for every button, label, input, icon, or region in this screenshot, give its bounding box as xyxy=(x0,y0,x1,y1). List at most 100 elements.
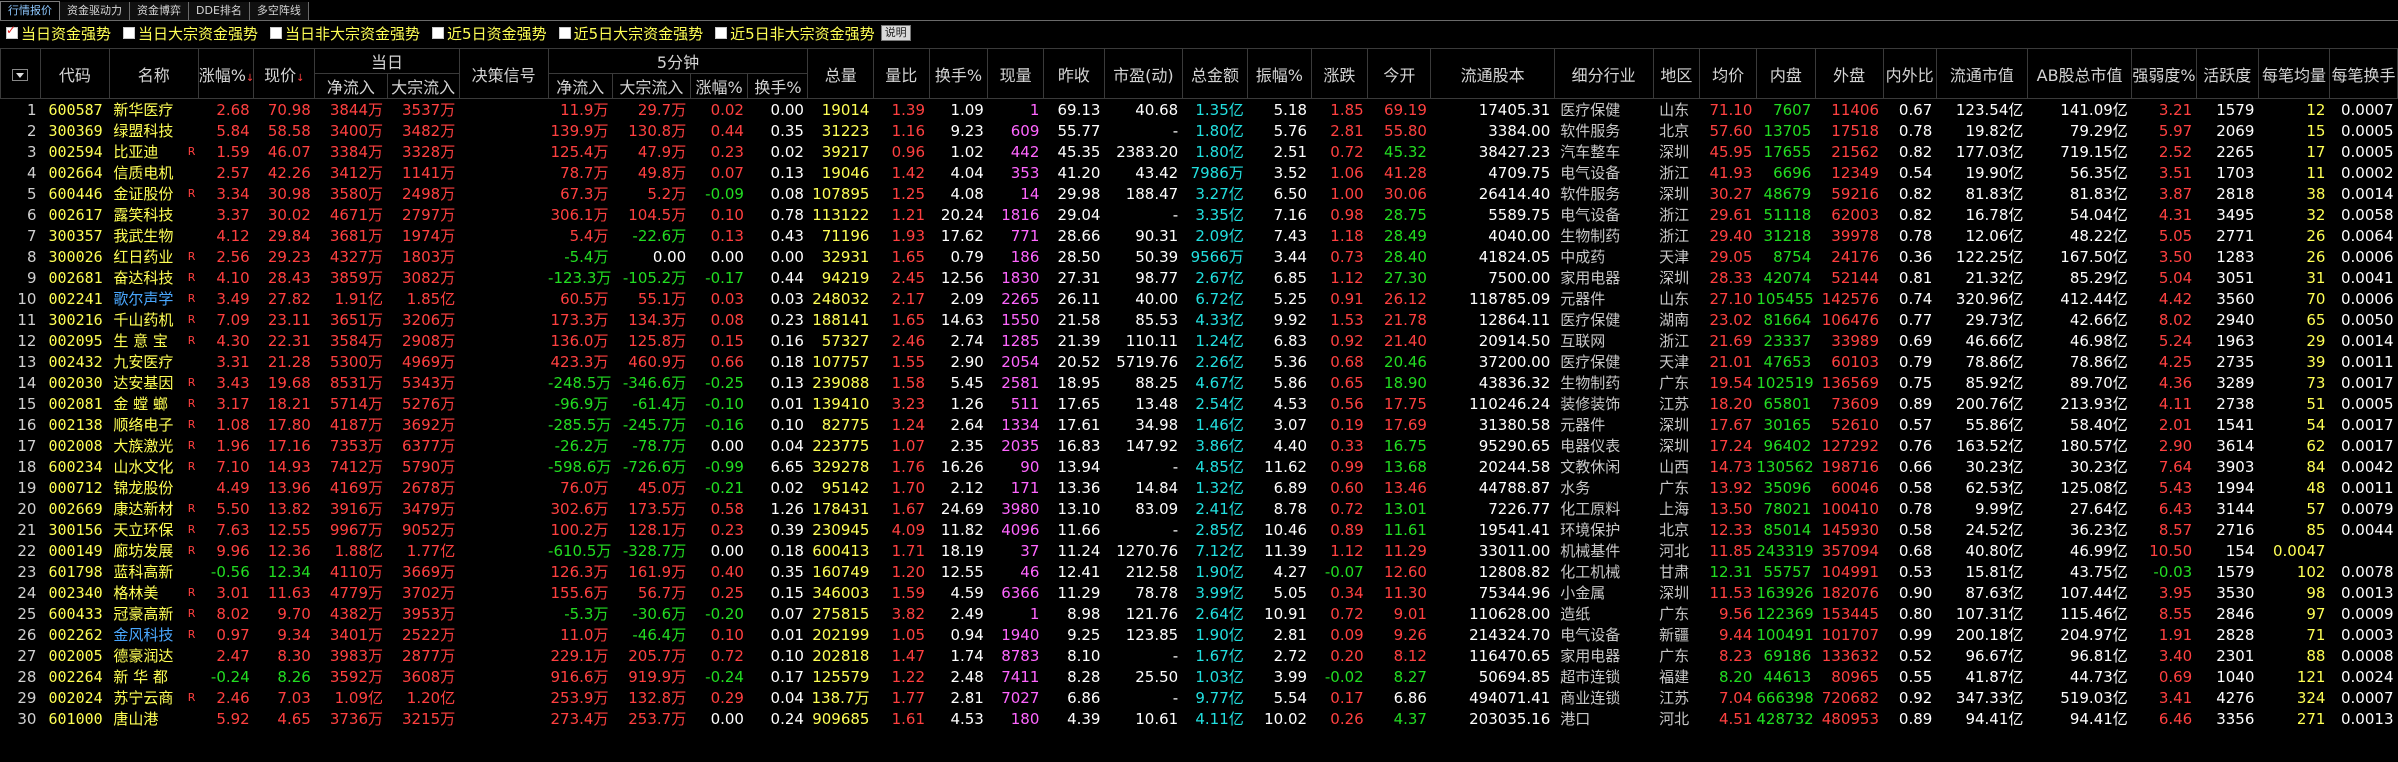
stock-code[interactable]: 002008 xyxy=(40,435,110,456)
stock-code[interactable]: 002681 xyxy=(40,267,110,288)
col-5m-chg[interactable]: 涨幅% xyxy=(689,73,749,99)
table-row[interactable]: 5 600446 金证股份 R 3.34 30.98 3580万 2498万 67.3万 5.2万… xyxy=(0,183,2398,204)
col-prev-close[interactable]: 昨收 xyxy=(1042,48,1105,99)
table-row[interactable]: 10 002241 歌尔声学 R 3.49 27.82 1.91亿 1.85亿 60.5万 55.… xyxy=(1,288,2398,309)
stock-code[interactable]: 002241 xyxy=(40,288,109,309)
table-row[interactable]: 25 600433 冠豪高新 R 8.02 9.70 4382万 3953万 -5.3万 -30.… xyxy=(0,603,2398,624)
stock-code[interactable]: 600587 xyxy=(40,98,110,120)
filter-today-block-strong[interactable]: 当日大宗资金强势 xyxy=(117,23,258,44)
stock-code[interactable]: 300216 xyxy=(40,309,110,330)
checkbox-icon[interactable] xyxy=(558,27,571,39)
stock-code[interactable]: 601798 xyxy=(40,561,110,582)
stock-code[interactable]: 600433 xyxy=(40,603,110,624)
stock-name[interactable]: 蓝科高新 xyxy=(109,561,185,582)
table-row[interactable]: 17 002008 大族激光 R 1.96 17.16 7353万 6377万 -26.2万 -7… xyxy=(0,435,2398,456)
stock-code[interactable]: 002617 xyxy=(40,204,109,225)
checkbox-icon[interactable] xyxy=(715,27,728,39)
table-row[interactable]: 22 000149 廊坊发展 R 9.96 12.36 1.88亿 1.77亿 -610.5万 -… xyxy=(1,540,2398,561)
table-row[interactable]: 23 601798 蓝科高新 -0.56 12.34 4110万 3669万 126.3万 16… xyxy=(0,561,2398,582)
filter-today-nonblock-strong[interactable]: 当日非大宗资金强势 xyxy=(264,23,420,44)
filter-5day-strong[interactable]: 近5日资金强势 xyxy=(426,23,547,44)
stock-code[interactable]: 300357 xyxy=(40,225,110,246)
checkbox-icon[interactable] xyxy=(270,27,283,39)
stock-code[interactable]: 600446 xyxy=(40,183,110,204)
table-row[interactable]: 2 300369 绿盟科技 5.84 58.58 3400万 3482万 139.9万 130.… xyxy=(1,120,2398,141)
table-row[interactable]: 12 002095 生 意 宝 R 4.30 22.31 3584万 2908万 136.0万 1… xyxy=(1,330,2398,351)
stock-code[interactable]: 002138 xyxy=(40,414,109,435)
table-row[interactable]: 28 002264 新 华 都 -0.24 8.26 3592万 3608万 916.6万 91… xyxy=(1,666,2398,687)
stock-name[interactable]: 天立环保 xyxy=(109,519,185,540)
stock-code[interactable]: 002669 xyxy=(40,498,109,519)
col-code[interactable]: 代码 xyxy=(39,48,110,99)
col-amplitude[interactable]: 振幅% xyxy=(1247,48,1312,99)
table-row[interactable]: 13 002432 九安医疗 3.31 21.28 5300万 4969万 423.3万 460… xyxy=(0,351,2398,372)
col-open[interactable]: 今开 xyxy=(1367,48,1432,99)
col-chg-pct[interactable]: 涨幅%↓ xyxy=(197,48,255,99)
table-row[interactable]: 15 002081 金 螳 螂 R 3.17 18.21 5714万 5276万 -96.9万 -… xyxy=(0,393,2398,414)
table-row[interactable]: 16 002138 顺络电子 R 1.08 17.80 4187万 3692万 -285.5万 -… xyxy=(1,414,2398,435)
col-5m-turn[interactable]: 换手% xyxy=(747,73,809,99)
col-amount[interactable]: 总金额 xyxy=(1181,48,1249,99)
stock-name[interactable]: 康达新材 xyxy=(109,498,185,519)
col-name[interactable]: 名称 xyxy=(108,48,199,99)
table-row[interactable]: 14 002030 达安基因 R 3.43 19.68 8531万 5343万 -248.5万 -… xyxy=(1,372,2398,393)
stock-code[interactable]: 002264 xyxy=(40,666,109,687)
stock-code[interactable]: 002095 xyxy=(40,330,109,351)
stock-code[interactable]: 002081 xyxy=(40,393,110,414)
stock-name[interactable]: 新 华 都 xyxy=(109,666,185,687)
stock-name[interactable]: 金证股份 xyxy=(109,183,185,204)
table-row[interactable]: 4 002664 信质电机 2.57 42.26 3412万 1141万 78.7万 49.8万… xyxy=(1,162,2398,183)
stock-name[interactable]: 达安基因 xyxy=(109,372,185,393)
tab-quote[interactable]: 行情报价 xyxy=(0,1,60,20)
col-5m-big[interactable]: 大宗流入 xyxy=(611,73,691,99)
col-io-ratio[interactable]: 内外比 xyxy=(1882,48,1937,99)
stock-code[interactable]: 002664 xyxy=(40,162,109,183)
stock-code[interactable]: 000149 xyxy=(40,540,109,561)
stock-name[interactable]: 冠豪高新 xyxy=(109,603,185,624)
table-row[interactable]: 3 002594 比亚迪 R 1.59 46.07 3384万 3328万 125.4万 47.9… xyxy=(0,141,2398,162)
checkbox-icon[interactable] xyxy=(123,27,136,39)
col-outer[interactable]: 外盘 xyxy=(1814,48,1884,99)
col-float-shares[interactable]: 流通股本 xyxy=(1430,48,1555,99)
stock-code[interactable]: 002030 xyxy=(40,372,109,393)
stock-name[interactable]: 比亚迪 xyxy=(109,141,185,162)
col-change[interactable]: 涨跌 xyxy=(1310,48,1369,99)
stock-code[interactable]: 002340 xyxy=(40,582,109,603)
table-row[interactable]: 26 002262 金风科技 R 0.97 9.34 3401万 2522万 11.0万 -46.… xyxy=(1,624,2398,645)
col-5m-net[interactable]: 净流入 xyxy=(547,73,613,99)
tab-dde-rank[interactable]: DDE排名 xyxy=(189,2,250,20)
col-inner[interactable]: 内盘 xyxy=(1755,48,1816,99)
stock-name[interactable]: 锦龙股份 xyxy=(109,477,185,498)
table-row[interactable]: 29 002024 苏宁云商 R 2.46 7.03 1.09亿 1.20亿 253.9万 132… xyxy=(0,687,2398,708)
table-row[interactable]: 8 300026 红日药业 R 2.56 29.23 4327万 1803万 -5.4万 0.00… xyxy=(1,246,2398,267)
stock-code[interactable]: 002024 xyxy=(40,687,110,708)
stock-name[interactable]: 绿盟科技 xyxy=(109,120,185,141)
stock-name[interactable]: 奋达科技 xyxy=(109,267,185,288)
col-net-in[interactable]: 净流入 xyxy=(314,73,388,99)
col-big-in[interactable]: 大宗流入 xyxy=(386,73,460,99)
stock-name[interactable]: 我武生物 xyxy=(109,225,185,246)
table-row[interactable]: 1 600587 新华医疗 2.68 70.98 3844万 3537万 11.9万 29.7万… xyxy=(0,98,2398,120)
checkbox-icon[interactable] xyxy=(432,27,445,39)
checkbox-icon[interactable] xyxy=(6,23,18,39)
filter-5day-nonblock-strong[interactable]: 近5日非大宗资金强势 xyxy=(709,23,875,44)
stock-code[interactable]: 002594 xyxy=(40,141,110,162)
stock-code[interactable]: 002005 xyxy=(40,645,110,666)
stock-code[interactable]: 002432 xyxy=(40,351,110,372)
tab-fund-drive[interactable]: 资金驱动力 xyxy=(60,2,130,20)
stock-code[interactable]: 600234 xyxy=(40,456,109,477)
col-region[interactable]: 地区 xyxy=(1652,48,1701,99)
table-row[interactable]: 18 600234 山水文化 R 7.10 14.93 7412万 5790万 -598.6万 -… xyxy=(1,456,2398,477)
col-industry[interactable]: 细分行业 xyxy=(1553,48,1654,99)
stock-name[interactable]: 歌尔声学 xyxy=(109,288,185,309)
table-row[interactable]: 7 300357 我武生物 4.12 29.84 3681万 1974万 5.4万 -22.6万… xyxy=(0,225,2398,246)
tab-bull-bear[interactable]: 多空阵线 xyxy=(249,2,309,20)
stock-name[interactable]: 德豪润达 xyxy=(109,645,185,666)
stock-name[interactable]: 大族激光 xyxy=(109,435,185,456)
stock-code[interactable]: 601000 xyxy=(40,708,109,729)
col-ab-mv[interactable]: AB股总市值 xyxy=(2026,48,2133,99)
tab-fund-game[interactable]: 资金博弈 xyxy=(130,2,189,20)
col-pe[interactable]: 市盈(动) xyxy=(1103,48,1183,99)
stock-name[interactable]: 九安医疗 xyxy=(109,351,185,372)
col-cur-vol[interactable]: 现量 xyxy=(987,48,1044,99)
